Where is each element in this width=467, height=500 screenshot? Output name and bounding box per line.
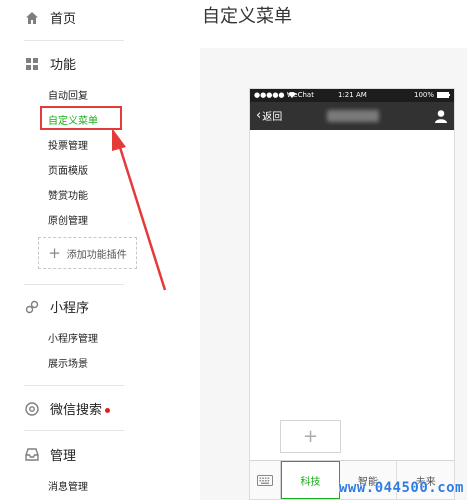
back-label: 返回 (262, 112, 283, 123)
add-plugin-label: 添加功能插件 (66, 249, 127, 261)
notification-dot (105, 408, 111, 413)
home-icon (24, 10, 40, 26)
add-plugin-button[interactable]: + 添加功能插件 (38, 237, 137, 269)
chevron-left-icon: ‹ (256, 108, 262, 123)
status-time: 1:21 AM (338, 91, 367, 99)
inbox-icon (24, 447, 40, 463)
sidebar-item-miniprogram-manage[interactable]: 小程序管理 (48, 330, 98, 345)
sidebar-item-vote[interactable]: 投票管理 (48, 137, 88, 152)
sidebar-wechat-search-label: 微信搜索 (50, 399, 111, 418)
phone-status-bar: ●●●●● WeChat 1:21 AM 100% (250, 89, 454, 102)
sidebar-miniprogram-label: 小程序 (50, 301, 90, 316)
sidebar-item-original[interactable]: 原创管理 (48, 212, 88, 227)
sidebar-item-message-manage[interactable]: 消息管理 (48, 478, 88, 493)
divider (24, 284, 124, 285)
sidebar-miniprogram-section: 小程序 (24, 297, 89, 316)
grid-icon (24, 56, 40, 72)
page-title: 自定义菜单 (202, 6, 292, 27)
sidebar-item-auto-reply[interactable]: 自动回复 (48, 87, 88, 102)
sidebar-home-label: 首页 (50, 12, 77, 27)
sidebar-wechat-search[interactable]: 微信搜索 (24, 399, 111, 418)
divider (24, 40, 124, 41)
add-submenu-button[interactable]: + (280, 420, 341, 453)
blurred-account-name (327, 110, 379, 122)
sidebar-function-label: 功能 (50, 58, 77, 73)
battery-icon (437, 92, 450, 100)
sidebar-item-page-template[interactable]: 页面模版 (48, 162, 88, 177)
plus-icon: + (48, 243, 61, 262)
keyboard-icon[interactable] (250, 461, 281, 499)
divider (24, 385, 124, 386)
sidebar-home[interactable]: 首页 (24, 8, 76, 27)
phone-nav-bar: ‹ 返回 (250, 102, 454, 130)
search-compass-icon (24, 401, 40, 417)
annotation-highlight-box (40, 106, 122, 130)
sidebar-item-reward[interactable]: 赞赏功能 (48, 187, 88, 202)
sidebar-manage-section: 管理 (24, 445, 76, 464)
sidebar-item-display-scene[interactable]: 展示场景 (48, 355, 88, 370)
battery-text: 100% (413, 91, 434, 99)
user-icon[interactable] (434, 108, 448, 124)
link-icon (24, 299, 40, 315)
phone-preview: ●●●●● WeChat 1:21 AM 100% ‹ 返回 + 科技 智能 未… (249, 88, 455, 500)
back-button[interactable]: ‹ 返回 (256, 108, 282, 123)
sidebar-function-section: 功能 (24, 54, 76, 73)
sidebar: 首页 功能 自动回复 自定义菜单 投票管理 页面模版 赞赏功能 原创管理 + 添… (0, 0, 158, 500)
wifi-icon (288, 91, 296, 100)
sidebar-manage-label: 管理 (50, 449, 77, 464)
carrier-text: ●●●●● WeChat (254, 91, 314, 99)
site-watermark: www.044500.com (338, 480, 464, 496)
divider (24, 430, 124, 431)
menu-tab-tech[interactable]: 科技 (281, 461, 340, 499)
